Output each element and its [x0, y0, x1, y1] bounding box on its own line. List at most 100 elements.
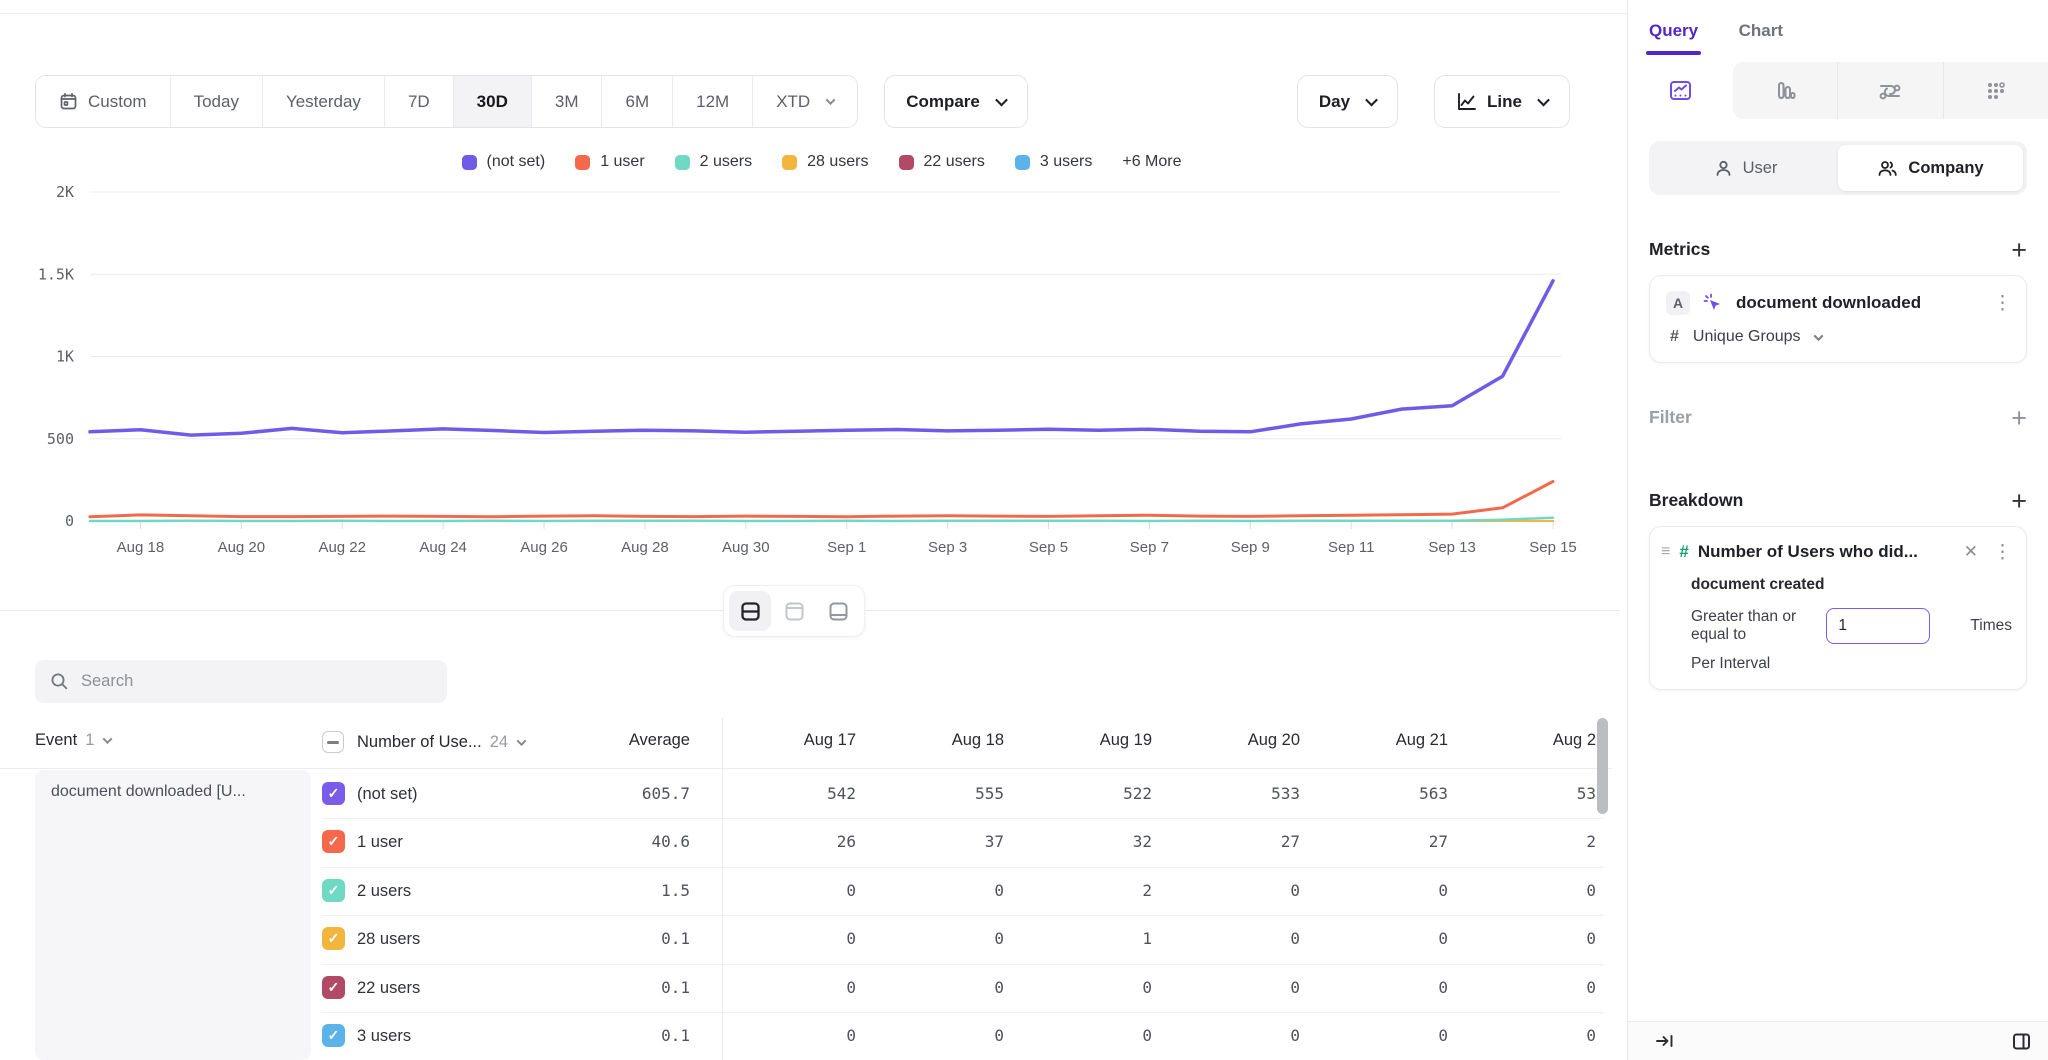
row-label[interactable]: 3 users	[357, 1012, 411, 1060]
row-label[interactable]: 1 user	[357, 818, 403, 866]
chevron-down-icon	[995, 94, 1008, 107]
table-row: 28 users0.1001000	[0, 915, 1612, 963]
table-row: 1 user40.626373227272	[0, 818, 1612, 866]
chevron-down-icon	[517, 736, 527, 746]
row-value: 26	[722, 818, 856, 866]
row-value: 0	[870, 867, 1004, 915]
range-button-today[interactable]: Today	[170, 76, 262, 127]
breakdown-card[interactable]: ≡ # Number of Users who did... ✕ ⋮ docum…	[1649, 526, 2027, 690]
row-checkbox[interactable]	[322, 927, 345, 950]
row-value: 563	[1314, 770, 1448, 818]
range-button-yesterday[interactable]: Yesterday	[262, 76, 384, 127]
table-row: (not set)605.754255552253356353	[0, 770, 1612, 818]
event-column-header[interactable]: Event 1	[35, 731, 111, 750]
range-button-30d[interactable]: 30D	[453, 76, 531, 127]
filter-section-header: Filter +	[1649, 407, 2027, 428]
row-value: 0	[1018, 964, 1152, 1012]
filter-title: Filter	[1649, 407, 1692, 428]
row-value: 0	[1166, 964, 1300, 1012]
range-button-custom[interactable]: Custom	[36, 76, 170, 127]
date-column-header: Aug 2	[1462, 731, 1596, 750]
row-average: 1.5	[560, 867, 690, 915]
chevron-down-icon	[1365, 94, 1378, 107]
legend-item[interactable]: 2 users	[675, 153, 752, 171]
tab-line-chart[interactable]	[1628, 62, 1733, 119]
legend-item[interactable]: 3 users	[1015, 153, 1092, 171]
legend-item[interactable]: 1 user	[575, 153, 644, 171]
svg-text:Sep 13: Sep 13	[1428, 539, 1476, 556]
user-icon	[1714, 159, 1733, 178]
row-value: 0	[870, 964, 1004, 1012]
add-breakdown-button[interactable]: +	[2011, 491, 2027, 511]
row-checkbox[interactable]	[322, 976, 345, 999]
metrics-section-header: Metrics +	[1649, 239, 2027, 260]
row-checkbox[interactable]	[322, 879, 345, 902]
split-view-button[interactable]	[729, 591, 771, 631]
drag-handle-icon[interactable]: ≡	[1661, 543, 1670, 561]
select-all-checkbox[interactable]	[322, 731, 344, 753]
granularity-label: Day	[1319, 92, 1350, 112]
range-button-7d[interactable]: 7D	[384, 76, 453, 127]
legend-item[interactable]: 22 users	[899, 153, 985, 171]
range-button-xtd[interactable]: XTD	[752, 76, 857, 127]
chart-type-dropdown[interactable]: Line	[1434, 75, 1570, 128]
date-column-header: Aug 19	[1018, 731, 1152, 750]
row-checkbox[interactable]	[322, 1024, 345, 1047]
collapse-panel-icon[interactable]	[1655, 1032, 1675, 1050]
range-button-3m[interactable]: 3M	[531, 76, 602, 127]
table-only-view-button[interactable]	[817, 591, 859, 631]
kebab-menu-icon[interactable]: ⋮	[1993, 294, 2012, 313]
svg-text:Sep 9: Sep 9	[1231, 539, 1270, 556]
search-icon	[50, 672, 69, 691]
table-scrollbar[interactable]	[1597, 718, 1608, 814]
aggregation-selector[interactable]: # Unique Groups	[1666, 328, 2012, 346]
chart-only-view-button[interactable]	[773, 591, 815, 631]
scope-user-option[interactable]: User	[1653, 145, 1838, 191]
tab-chart[interactable]: Chart	[1739, 0, 1783, 55]
close-icon[interactable]: ✕	[1964, 542, 1978, 562]
row-value: 0	[1462, 1012, 1596, 1060]
row-value: 0	[1314, 915, 1448, 963]
row-value: 0	[722, 964, 856, 1012]
tab-query[interactable]: Query	[1649, 0, 1698, 55]
row-average: 0.1	[560, 964, 690, 1012]
row-checkbox[interactable]	[322, 782, 345, 805]
row-label[interactable]: 2 users	[357, 867, 411, 915]
scope-company-option[interactable]: Company	[1838, 145, 2023, 191]
svg-text:Aug 30: Aug 30	[722, 539, 770, 556]
row-value: 555	[870, 770, 1004, 818]
granularity-dropdown[interactable]: Day	[1297, 75, 1398, 128]
table-row: 3 users0.1000000	[0, 1012, 1612, 1060]
range-button-12m[interactable]: 12M	[672, 76, 752, 127]
table-row: 22 users0.1000000	[0, 964, 1612, 1012]
legend-swatch	[1015, 155, 1030, 170]
tab-flow-chart[interactable]	[1837, 62, 1943, 119]
svg-text:Sep 15: Sep 15	[1529, 539, 1577, 556]
row-label[interactable]: (not set)	[357, 770, 418, 818]
row-label[interactable]: 22 users	[357, 964, 420, 1012]
toolbar: CustomTodayYesterday7D30D3M6M12MXTD Comp…	[35, 75, 1570, 128]
search-input[interactable]: Search	[35, 660, 447, 703]
legend-more[interactable]: +6 More	[1122, 153, 1181, 171]
range-button-6m[interactable]: 6M	[601, 76, 672, 127]
kebab-menu-icon[interactable]: ⋮	[1993, 543, 2012, 562]
legend-item[interactable]: (not set)	[462, 153, 546, 171]
svg-text:Sep 11: Sep 11	[1328, 539, 1374, 556]
row-value: 0	[722, 1012, 856, 1060]
compare-button[interactable]: Compare	[884, 75, 1028, 128]
metric-card[interactable]: A document downloaded ⋮ # Unique Groups	[1649, 275, 2027, 363]
row-value: 0	[1166, 915, 1300, 963]
panel-body: User Company Metrics + A	[1628, 119, 2048, 1021]
add-metric-button[interactable]: +	[2011, 240, 2027, 260]
metric-event-name: document downloaded	[1736, 293, 1981, 313]
times-value-input[interactable]	[1826, 608, 1930, 644]
add-filter-button[interactable]: +	[2011, 408, 2027, 428]
legend-item[interactable]: 28 users	[782, 153, 868, 171]
series-column-label[interactable]: Number of Use...	[357, 733, 482, 752]
row-value: 0	[1462, 915, 1596, 963]
tab-bar-chart[interactable]	[1733, 62, 1838, 119]
row-checkbox[interactable]	[322, 830, 345, 853]
row-label[interactable]: 28 users	[357, 915, 420, 963]
tab-grid-chart[interactable]	[1943, 62, 2048, 119]
side-panel-icon[interactable]	[2011, 1032, 2032, 1051]
